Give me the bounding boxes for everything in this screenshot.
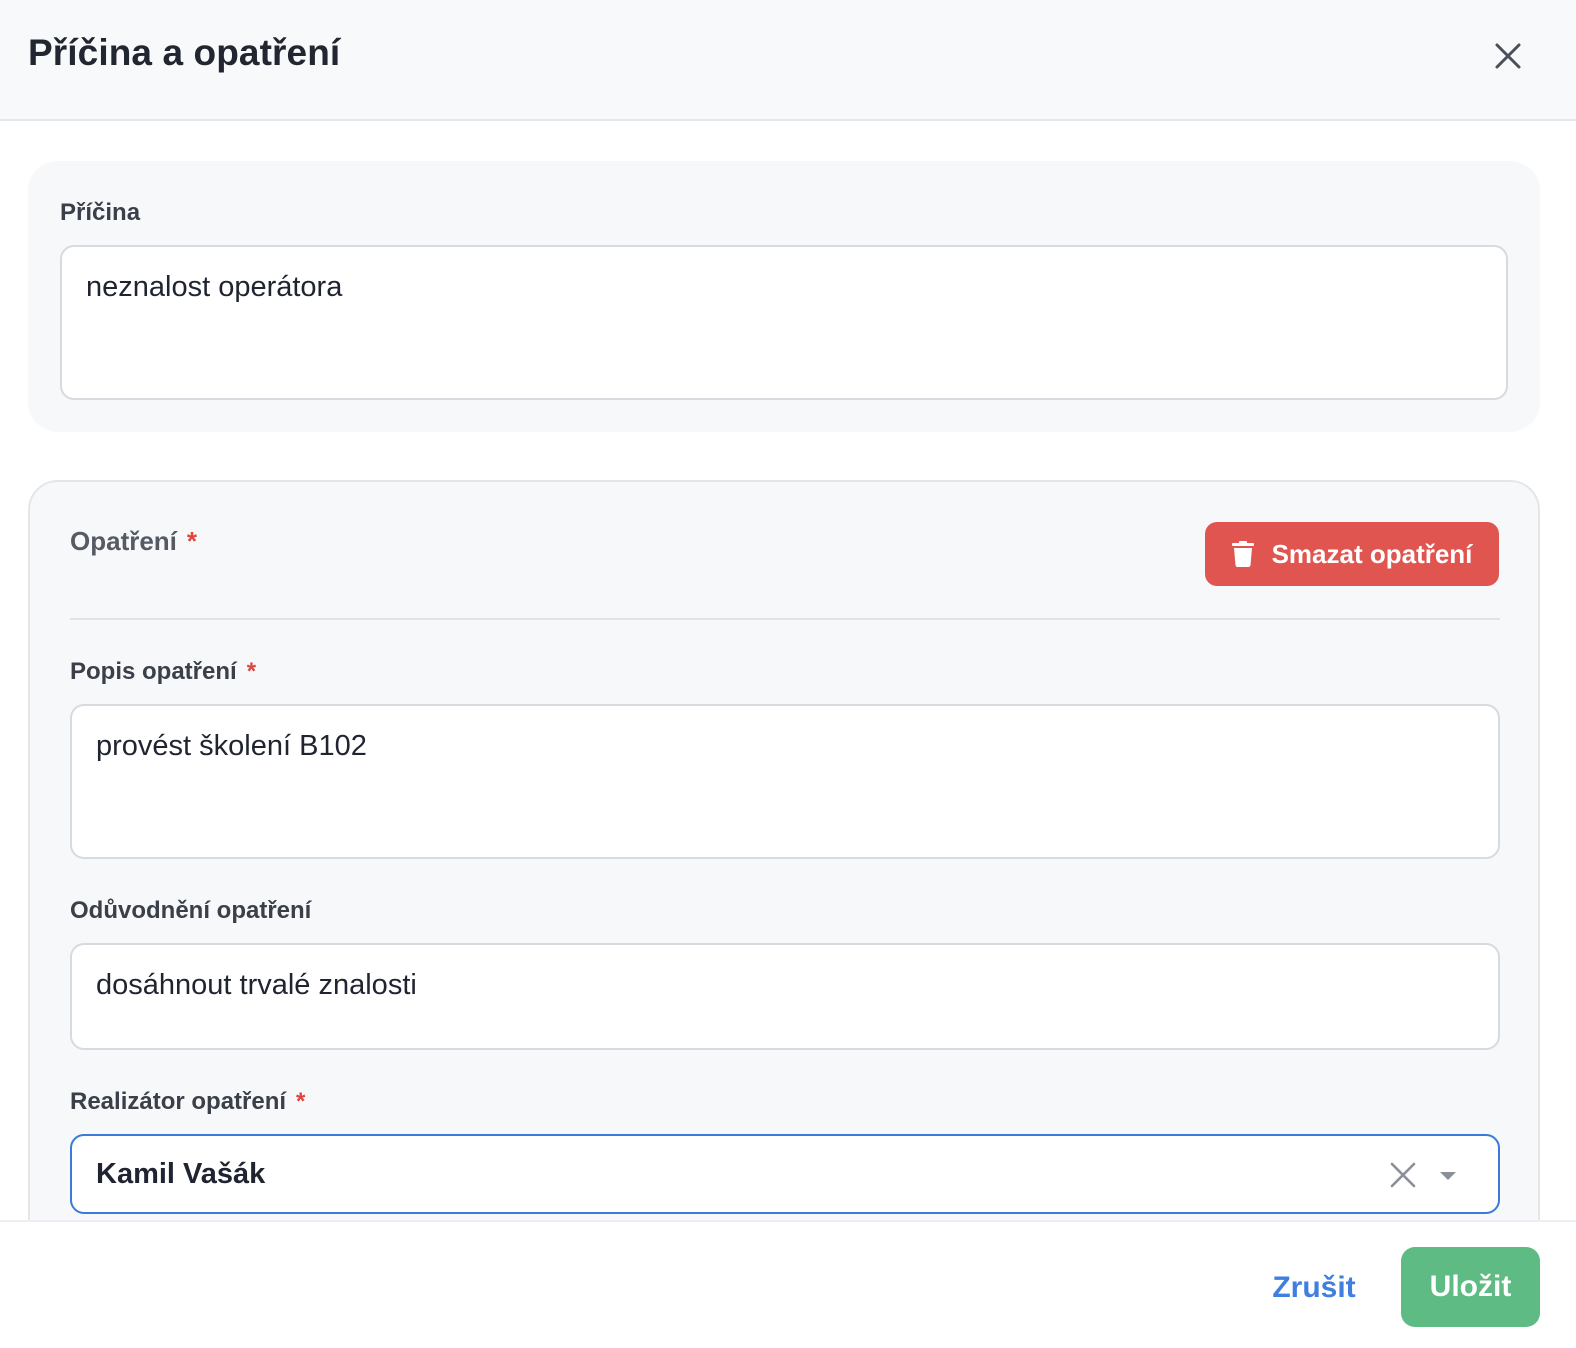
- cause-textarea[interactable]: neznalost operátora: [60, 245, 1508, 400]
- trash-icon: [1231, 541, 1254, 567]
- dropdown-toggle[interactable]: [1436, 1166, 1460, 1186]
- cause-label: Příčina: [60, 199, 141, 226]
- implementer-label: Realizátor opatření *: [70, 1088, 305, 1116]
- cancel-button[interactable]: Zrušit: [1262, 1264, 1366, 1312]
- implementer-label-text: Realizátor opatření: [70, 1088, 287, 1115]
- measure-title: Opatření *: [70, 526, 197, 557]
- required-marker: *: [246, 658, 257, 685]
- close-button[interactable]: [1490, 38, 1526, 74]
- close-icon: [1495, 43, 1521, 69]
- section-divider: [70, 618, 1500, 620]
- dialog-body[interactable]: Příčina neznalost operátora Opatření * Sm…: [0, 121, 1576, 1220]
- description-label-text: Popis opatření: [70, 658, 237, 685]
- required-marker: *: [296, 1088, 306, 1115]
- measure-section: Opatření * Smazat opatření Popis opatření…: [28, 480, 1540, 1220]
- chevron-down-icon: [1440, 1172, 1456, 1180]
- cause-value: neznalost operátora: [86, 271, 343, 303]
- delete-measure-button[interactable]: Smazat opatření: [1205, 522, 1499, 586]
- dialog-title: Příčina a opatření: [28, 32, 341, 73]
- dialog-footer: Zrušit Uložit: [0, 1220, 1576, 1348]
- cause-and-measure-dialog: Příčina a opatření Příčina neznalost ope…: [0, 0, 1576, 1348]
- description-textarea[interactable]: provést školení B102: [70, 704, 1500, 859]
- description-value: provést školení B102: [96, 730, 367, 762]
- clear-selection-button[interactable]: [1386, 1158, 1420, 1192]
- justification-value: dosáhnout trvalé znalosti: [96, 969, 417, 1001]
- cause-section: Příčina neznalost operátora: [28, 161, 1540, 432]
- implementer-value: Kamil Vašák: [96, 1158, 266, 1190]
- justification-label: Odůvodnění opatření: [70, 897, 312, 924]
- implementer-select[interactable]: Kamil Vašák: [70, 1134, 1500, 1214]
- dialog-header: Příčina a opatření: [0, 0, 1576, 121]
- justification-textarea[interactable]: dosáhnout trvalé znalosti: [70, 943, 1500, 1050]
- required-marker: *: [186, 526, 198, 556]
- delete-measure-label: Smazat opatření: [1271, 538, 1473, 569]
- measure-title-text: Opatření: [70, 526, 177, 556]
- clear-icon: [1390, 1162, 1416, 1188]
- save-button[interactable]: Uložit: [1401, 1247, 1540, 1327]
- description-label: Popis opatření *: [70, 658, 256, 686]
